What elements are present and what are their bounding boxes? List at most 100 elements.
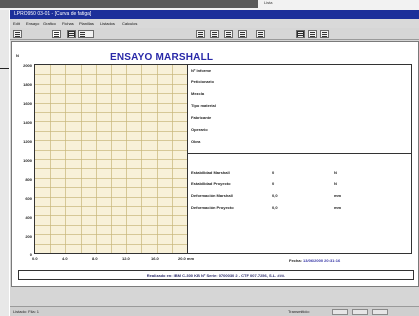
chart-icon-glyph bbox=[80, 32, 85, 33]
settings-icon[interactable] bbox=[308, 30, 317, 38]
chart-icon[interactable] bbox=[78, 30, 94, 38]
y-tick-label: 1800 bbox=[23, 82, 32, 87]
print-icon[interactable] bbox=[210, 30, 219, 38]
status-field-1 bbox=[332, 309, 348, 315]
chart-gridline-horizontal bbox=[35, 215, 187, 216]
desktop-divider bbox=[0, 68, 9, 69]
chart-gridline-horizontal bbox=[35, 225, 187, 226]
x-tick-label: 4.0 bbox=[62, 256, 68, 261]
chart-gridline-horizontal bbox=[35, 74, 187, 75]
result-estabilidad-proyecto-value: 0 bbox=[272, 181, 275, 186]
x-tick-label: 12.0 bbox=[122, 256, 130, 261]
status-right-text: Transmitido: bbox=[288, 309, 310, 314]
y-tick-label: 1400 bbox=[23, 120, 32, 125]
exit-icon[interactable] bbox=[13, 30, 22, 38]
menu-item-ensayo[interactable]: Ensayo bbox=[26, 21, 39, 26]
y-tick-label: 2000 bbox=[23, 63, 32, 68]
field-mezcla-label: Mezcla bbox=[191, 91, 205, 96]
print-icon-glyph bbox=[212, 32, 217, 33]
chart-gridline-horizontal bbox=[35, 112, 187, 113]
chart-gridline-horizontal bbox=[35, 121, 187, 122]
result-deformacion-marshall-unit: mm bbox=[334, 193, 342, 198]
desktop-top-strip: Lista bbox=[0, 0, 419, 10]
chart-gridline-horizontal bbox=[35, 168, 187, 169]
test-date: Fecha: 13/06/2000 20:31:16 bbox=[289, 258, 340, 263]
chart-gridline-horizontal bbox=[35, 197, 187, 198]
info-divider bbox=[188, 153, 411, 154]
report-title: ENSAYO MARSHALL bbox=[110, 52, 214, 63]
x-tick-label: 8.0 bbox=[92, 256, 98, 261]
zoom-icon[interactable] bbox=[67, 30, 76, 38]
zoom-icon-glyph bbox=[69, 32, 74, 33]
field-informe-label: Nº Informe bbox=[191, 68, 212, 73]
field-fabricante-label: Fabricante bbox=[191, 115, 212, 120]
app-window: LPRO950 03-01 - [Curva de fatiga] Edit E… bbox=[9, 10, 419, 316]
desktop-left-strip bbox=[0, 10, 9, 316]
result-estabilidad-proyecto-unit: N bbox=[334, 181, 337, 186]
menu-item-planillas[interactable]: Planillas bbox=[79, 21, 94, 26]
report-footer-text: Realizado en: IBM C-300 KB Nº Serie: 070… bbox=[146, 273, 286, 278]
tool-icon[interactable] bbox=[256, 30, 265, 38]
y-tick-label: 800 bbox=[25, 177, 32, 182]
report-footer: Realizado en: IBM C-300 KB Nº Serie: 070… bbox=[18, 270, 414, 280]
field-obra-label: Obra bbox=[191, 139, 201, 144]
chart-gridline-horizontal bbox=[35, 93, 187, 94]
y-tick-label: 1600 bbox=[23, 101, 32, 106]
status-bar: Listado: Fila: 1 Transmitido: bbox=[10, 306, 419, 316]
result-deformacion-marshall-value: 0,0 bbox=[272, 193, 278, 198]
tool-icon-glyph bbox=[258, 32, 263, 33]
menu-item-edit[interactable]: Edit bbox=[13, 21, 20, 26]
chart-gridline-horizontal bbox=[35, 187, 187, 188]
menu-item-grafico[interactable]: Grafico bbox=[43, 21, 56, 26]
preview-icon-glyph bbox=[198, 32, 203, 33]
test-date-label: Fecha: bbox=[289, 258, 302, 263]
x-tick-label: 16.0 bbox=[151, 256, 159, 261]
desktop-taskbar-block bbox=[0, 0, 258, 8]
menu-item-calculos[interactable]: Calculos bbox=[122, 21, 137, 26]
menu-bar: Edit Ensayo Grafico Fichas Planillas Lis… bbox=[10, 19, 419, 28]
exit-icon-glyph bbox=[15, 32, 20, 33]
window-title: LPRO950 03-01 - [Curva de fatiga] bbox=[14, 11, 92, 17]
result-deformacion-marshall-label: Deformación Marshall bbox=[191, 193, 233, 198]
chart-gridline-horizontal bbox=[35, 84, 187, 85]
save-icon-glyph bbox=[298, 32, 303, 33]
save-icon[interactable] bbox=[296, 30, 305, 38]
result-estabilidad-marshall-value: 0 bbox=[272, 170, 275, 175]
y-tick-label: 0 bbox=[29, 252, 32, 257]
result-deformacion-proyecto-value: 0,0 bbox=[272, 205, 278, 210]
grid-icon-glyph bbox=[54, 32, 59, 33]
copy-icon[interactable] bbox=[238, 30, 247, 38]
field-peticionario-label: Peticionario bbox=[191, 79, 214, 84]
preview-icon[interactable] bbox=[196, 30, 205, 38]
toolbar bbox=[10, 28, 419, 40]
chart-gridline-horizontal bbox=[35, 159, 187, 160]
chart-gridline-horizontal bbox=[35, 234, 187, 235]
status-left-text: Listado: Fila: 1 bbox=[13, 309, 40, 314]
field-operario-label: Operario bbox=[191, 127, 208, 132]
page-icon-glyph bbox=[226, 32, 231, 33]
menu-item-listados[interactable]: Listados bbox=[100, 21, 115, 26]
y-axis-unit: N bbox=[16, 53, 19, 58]
chart-gridline-horizontal bbox=[35, 244, 187, 245]
y-tick-label: 600 bbox=[25, 196, 32, 201]
help-icon[interactable] bbox=[320, 30, 329, 38]
test-date-value: 13/06/2000 20:31:16 bbox=[303, 258, 341, 263]
y-tick-label: 1200 bbox=[23, 139, 32, 144]
result-estabilidad-proyecto-label: Estabilidad Proyecto bbox=[191, 181, 231, 186]
chart-gridline-horizontal bbox=[35, 150, 187, 151]
grid-icon[interactable] bbox=[52, 30, 61, 38]
menu-item-fichas[interactable]: Fichas bbox=[62, 21, 74, 26]
result-estabilidad-marshall-unit: N bbox=[334, 170, 337, 175]
result-deformacion-proyecto-unit: mm bbox=[334, 205, 342, 210]
x-tick-label: 20.0 mm bbox=[178, 256, 195, 261]
chart-gridline-horizontal bbox=[35, 131, 187, 132]
window-titlebar[interactable]: LPRO950 03-01 - [Curva de fatiga] bbox=[10, 10, 419, 19]
y-tick-label: 400 bbox=[25, 215, 32, 220]
x-tick-label: 0.0 bbox=[32, 256, 38, 261]
chart-gridline-horizontal bbox=[35, 178, 187, 179]
page-icon[interactable] bbox=[224, 30, 233, 38]
status-field-3 bbox=[372, 309, 388, 315]
chart-gridline-horizontal bbox=[35, 140, 187, 141]
copy-icon-glyph bbox=[240, 32, 245, 33]
y-tick-label: 1000 bbox=[23, 158, 32, 163]
